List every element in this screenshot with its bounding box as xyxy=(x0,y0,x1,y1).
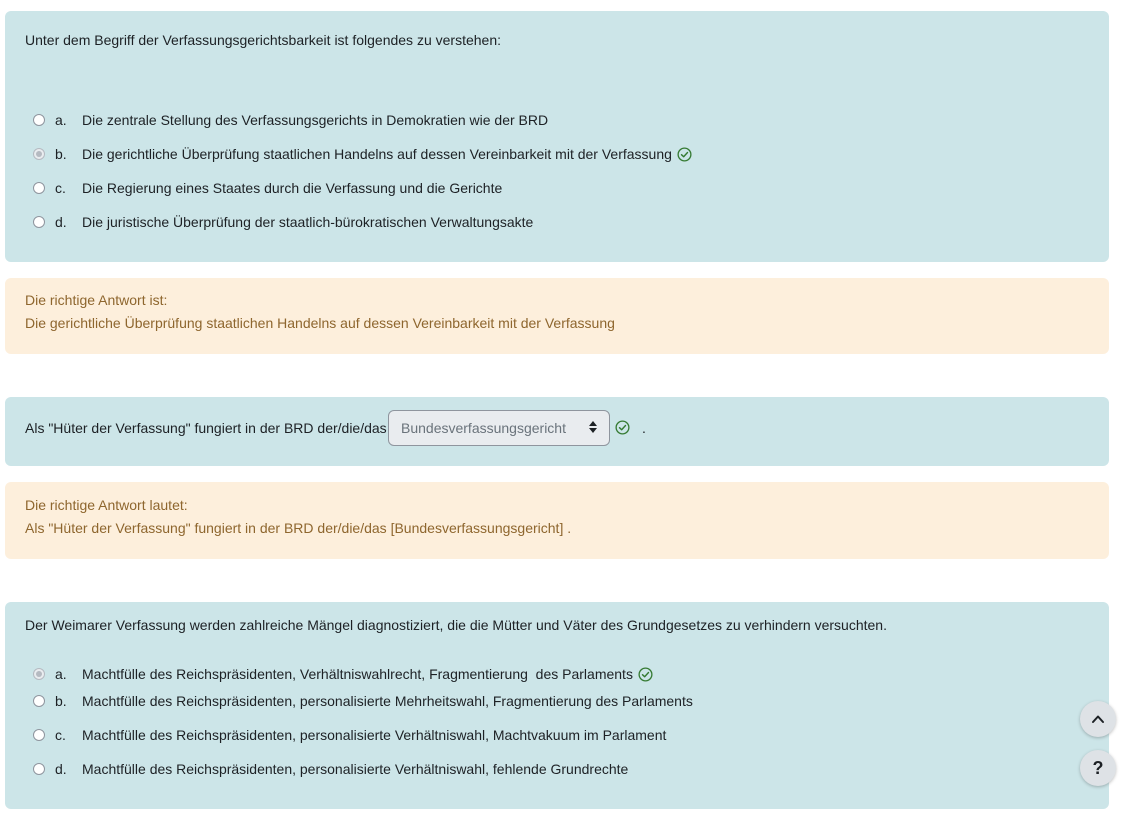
option-text: Die juristische Überprüfung der staatlic… xyxy=(82,214,534,230)
option-letter: a. xyxy=(55,112,67,128)
feedback-answer: Als "Hüter der Verfassung" fungiert in d… xyxy=(25,520,572,536)
answer-option-a[interactable]: a. Die zentrale Stellung des Verfassungs… xyxy=(33,109,548,131)
question-text: Der Weimarer Verfassung werden zahlreich… xyxy=(25,617,887,633)
check-circle-icon xyxy=(638,666,653,682)
answer-option-d[interactable]: d. Die juristische Überprüfung der staat… xyxy=(33,211,533,233)
answer-option-c[interactable]: c. Machtfülle des Reichspräsidenten, per… xyxy=(33,724,666,746)
feedback-card-2: Die richtige Antwort lautet: Als "Hüter … xyxy=(5,482,1109,559)
feedback-label: Die richtige Antwort ist: xyxy=(25,292,168,308)
radio-button[interactable] xyxy=(33,729,45,741)
quiz-review-page: Unter dem Begriff der Verfassungsgericht… xyxy=(0,0,1127,814)
option-text: Machtfülle des Reichspräsidenten, Verhäl… xyxy=(82,666,633,682)
option-letter: c. xyxy=(55,727,66,743)
radio-button[interactable] xyxy=(33,114,45,126)
answer-option-a[interactable]: a. Machtfülle des Reichspräsidenten, Ver… xyxy=(33,663,653,685)
question-text: Unter dem Begriff der Verfassungsgericht… xyxy=(25,32,501,48)
help-button[interactable]: ? xyxy=(1080,750,1116,786)
question-card-3: Der Weimarer Verfassung werden zahlreich… xyxy=(5,602,1109,809)
option-letter: a. xyxy=(55,666,67,682)
option-text: Machtfülle des Reichspräsidenten, person… xyxy=(82,727,667,743)
answer-select[interactable]: Bundesverfassungsgericht xyxy=(388,410,610,446)
option-text: Die Regierung eines Staates durch die Ve… xyxy=(82,180,503,196)
select-value: Bundesverfassungsgericht xyxy=(401,420,566,436)
option-letter: d. xyxy=(55,761,67,777)
scroll-to-top-button[interactable] xyxy=(1080,701,1116,737)
option-letter: b. xyxy=(55,693,67,709)
option-text: Machtfülle des Reichspräsidenten, person… xyxy=(82,761,629,777)
question-card-1: Unter dem Begriff der Verfassungsgericht… xyxy=(5,11,1109,262)
answer-option-d[interactable]: d. Machtfülle des Reichspräsidenten, per… xyxy=(33,758,628,780)
feedback-answer: Die gerichtliche Überprüfung staatlichen… xyxy=(25,315,615,331)
question-text: Als "Hüter der Verfassung" fungiert in d… xyxy=(25,420,387,436)
answer-option-b[interactable]: b. Machtfülle des Reichspräsidenten, per… xyxy=(33,690,693,712)
sentence-end: . xyxy=(642,420,646,436)
help-icon: ? xyxy=(1092,757,1104,778)
radio-button[interactable] xyxy=(33,763,45,775)
option-letter: c. xyxy=(55,180,66,196)
radio-button-selected[interactable] xyxy=(33,148,45,160)
chevron-up-icon xyxy=(1090,711,1106,727)
feedback-label: Die richtige Antwort lautet: xyxy=(25,497,188,513)
option-text: Die gerichtliche Überprüfung staatlichen… xyxy=(82,146,672,162)
answer-option-c[interactable]: c. Die Regierung eines Staates durch die… xyxy=(33,177,502,199)
question-card-2: Als "Hüter der Verfassung" fungiert in d… xyxy=(5,397,1109,466)
answer-option-b[interactable]: b. Die gerichtliche Überprüfung staatlic… xyxy=(33,143,692,165)
check-circle-icon xyxy=(615,420,630,435)
sort-arrows-icon xyxy=(589,421,597,433)
radio-button[interactable] xyxy=(33,182,45,194)
option-letter: b. xyxy=(55,146,67,162)
feedback-card-1: Die richtige Antwort ist: Die gerichtlic… xyxy=(5,278,1109,354)
option-text: Die zentrale Stellung des Verfassungsger… xyxy=(82,112,549,128)
check-circle-icon xyxy=(677,146,692,162)
radio-button[interactable] xyxy=(33,695,45,707)
radio-button-selected[interactable] xyxy=(33,668,45,680)
option-letter: d. xyxy=(55,214,67,230)
option-text: Machtfülle des Reichspräsidenten, person… xyxy=(82,693,693,709)
radio-button[interactable] xyxy=(33,216,45,228)
